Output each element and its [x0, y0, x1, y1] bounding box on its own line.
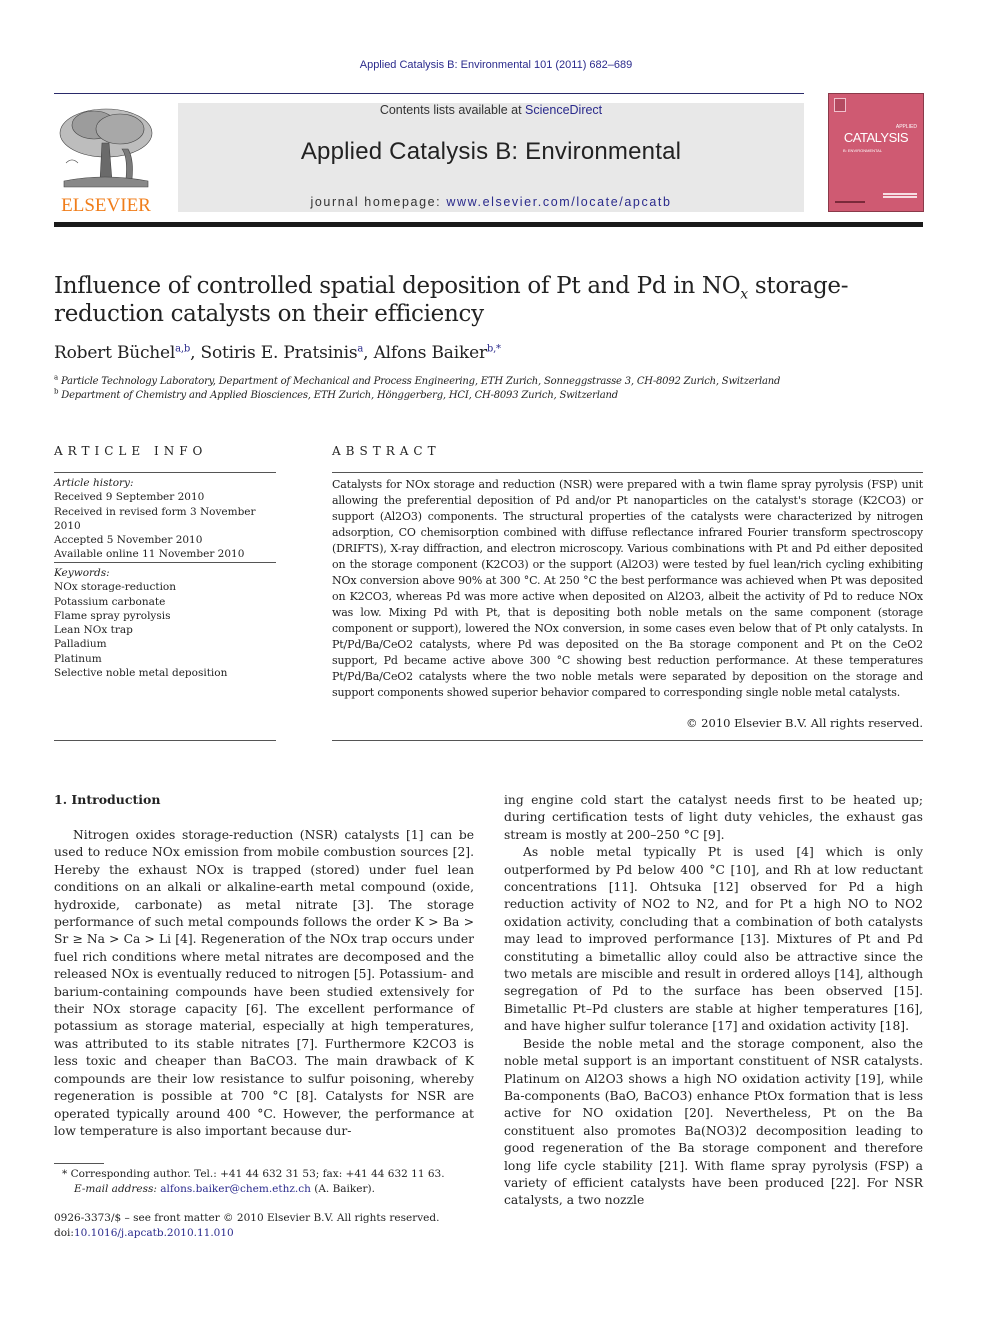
abstract-rule — [332, 472, 923, 473]
email-suffix: (A. Baiker). — [310, 1183, 375, 1195]
author-affil-mark[interactable]: a,b — [175, 343, 190, 354]
keyword-item[interactable]: Flame spray pyrolysis — [54, 609, 276, 623]
header-rule — [54, 93, 804, 94]
intro-paragraph: ing engine cold start the catalyst needs… — [504, 793, 923, 842]
intro-paragraph: Nitrogen oxides storage-reduction (NSR) … — [54, 828, 474, 1138]
doi-label: doi: — [54, 1227, 74, 1239]
history-item: Available online 11 November 2010 — [54, 548, 245, 561]
author-name: Sotiris E. Pratsinis — [200, 343, 358, 363]
email-note: E-mail address: alfons.baiker@chem.ethz.… — [74, 1182, 375, 1197]
intro-paragraph: As noble metal typically Pt is used [4] … — [504, 845, 923, 1034]
front-matter-note: 0926-3373/$ – see front matter © 2010 El… — [54, 1212, 440, 1224]
keyword-item[interactable]: NOx storage-reduction — [54, 580, 276, 594]
keyword-item[interactable]: Lean NOx trap — [54, 623, 276, 637]
title-text-1: Influence of controlled spatial depositi… — [54, 273, 741, 299]
contents-line: Contents lists available at ScienceDirec… — [178, 103, 804, 117]
keyword-item[interactable]: Potassium carbonate — [54, 595, 276, 609]
keyword-item[interactable]: Platinum — [54, 652, 276, 666]
email-label: E-mail address: — [74, 1183, 161, 1195]
history-item: Accepted 5 November 2010 — [54, 534, 203, 547]
affiliation-mark: b — [54, 387, 59, 396]
body-column-left: Nitrogen oxides storage-reduction (NSR) … — [54, 827, 474, 1140]
doi-line: doi:10.1016/j.apcatb.2010.11.010 — [54, 1226, 234, 1241]
title-subscript: x — [740, 286, 748, 303]
affiliation-a: a Particle Technology Laboratory, Depart… — [54, 373, 781, 387]
journal-homepage: journal homepage: www.elsevier.com/locat… — [178, 195, 804, 209]
abstract-copyright: © 2010 Elsevier B.V. All rights reserved… — [686, 716, 923, 730]
affiliation-mark: a — [54, 373, 58, 382]
cover-publisher-icon — [834, 98, 846, 112]
keyword-item[interactable]: Palladium — [54, 637, 276, 651]
author-name: Alfons Baiker — [373, 343, 487, 363]
article-info-rule — [54, 472, 276, 473]
keywords-label: Keywords: — [54, 567, 110, 579]
footnote-rule — [54, 1163, 104, 1164]
history-item: Received 9 September 2010 — [54, 491, 205, 504]
cover-title: CATALYSIS — [843, 130, 909, 145]
author-affil-mark[interactable]: b,* — [487, 343, 501, 354]
journal-cover-thumbnail[interactable]: APPLIED CATALYSIS B: ENVIRONMENTAL — [828, 93, 924, 212]
cover-footer-text — [883, 193, 917, 201]
body-column-right: ing engine cold start the catalyst needs… — [504, 792, 923, 1210]
cover-subtitle: B: ENVIRONMENTAL — [843, 148, 883, 153]
running-head[interactable]: Applied Catalysis B: Environmental 101 (… — [0, 59, 992, 71]
elsevier-wordmark: ELSEVIER — [61, 195, 151, 216]
sciencedirect-link[interactable]: ScienceDirect — [525, 103, 602, 117]
article-info-bottom-rule — [54, 740, 276, 741]
keywords-rule — [54, 562, 276, 563]
abstract-heading: ABSTRACT — [332, 444, 441, 458]
history-label: Article history: — [54, 477, 134, 489]
article-history: Article history: Received 9 September 20… — [54, 476, 276, 562]
intro-paragraph: Beside the noble metal and the storage c… — [504, 1036, 923, 1208]
doi-link[interactable]: 10.1016/j.apcatb.2010.11.010 — [74, 1227, 234, 1239]
abstract-text: Catalysts for NOx storage and reduction … — [332, 478, 923, 699]
homepage-prefix: journal homepage: — [310, 195, 447, 209]
author-affil-mark[interactable]: a — [357, 343, 363, 354]
corresponding-author-note: * Corresponding author. Tel.: +41 44 632… — [62, 1168, 445, 1180]
author-name: Robert Büchel — [54, 343, 176, 363]
masthead-divider — [54, 222, 923, 227]
journal-title: Applied Catalysis B: Environmental — [300, 138, 682, 165]
keywords: Keywords: NOx storage-reduction Potassiu… — [54, 566, 276, 680]
author-list: Robert Büchela,b, Sotiris E. Pratsinisa,… — [54, 343, 501, 363]
article-title: Influence of controlled spatial depositi… — [54, 272, 923, 328]
email-link[interactable]: alfons.baiker@chem.ethz.ch — [160, 1183, 311, 1195]
affiliation-text: Particle Technology Laboratory, Departme… — [60, 376, 781, 387]
section-heading-introduction: 1. Introduction — [54, 792, 161, 807]
cover-footer-bar — [835, 201, 865, 203]
keyword-item[interactable]: Selective noble metal deposition — [54, 666, 276, 680]
affiliation-b: b Department of Chemistry and Applied Bi… — [54, 387, 618, 401]
affiliation-text: Department of Chemistry and Applied Bios… — [61, 390, 618, 401]
homepage-link[interactable]: www.elsevier.com/locate/apcatb — [446, 195, 671, 209]
history-item: Received in revised form 3 November 2010 — [54, 505, 256, 532]
contents-prefix: Contents lists available at — [379, 103, 526, 117]
article-info-heading: ARTICLE INFO — [54, 444, 208, 458]
abstract-bottom-rule — [332, 740, 923, 741]
